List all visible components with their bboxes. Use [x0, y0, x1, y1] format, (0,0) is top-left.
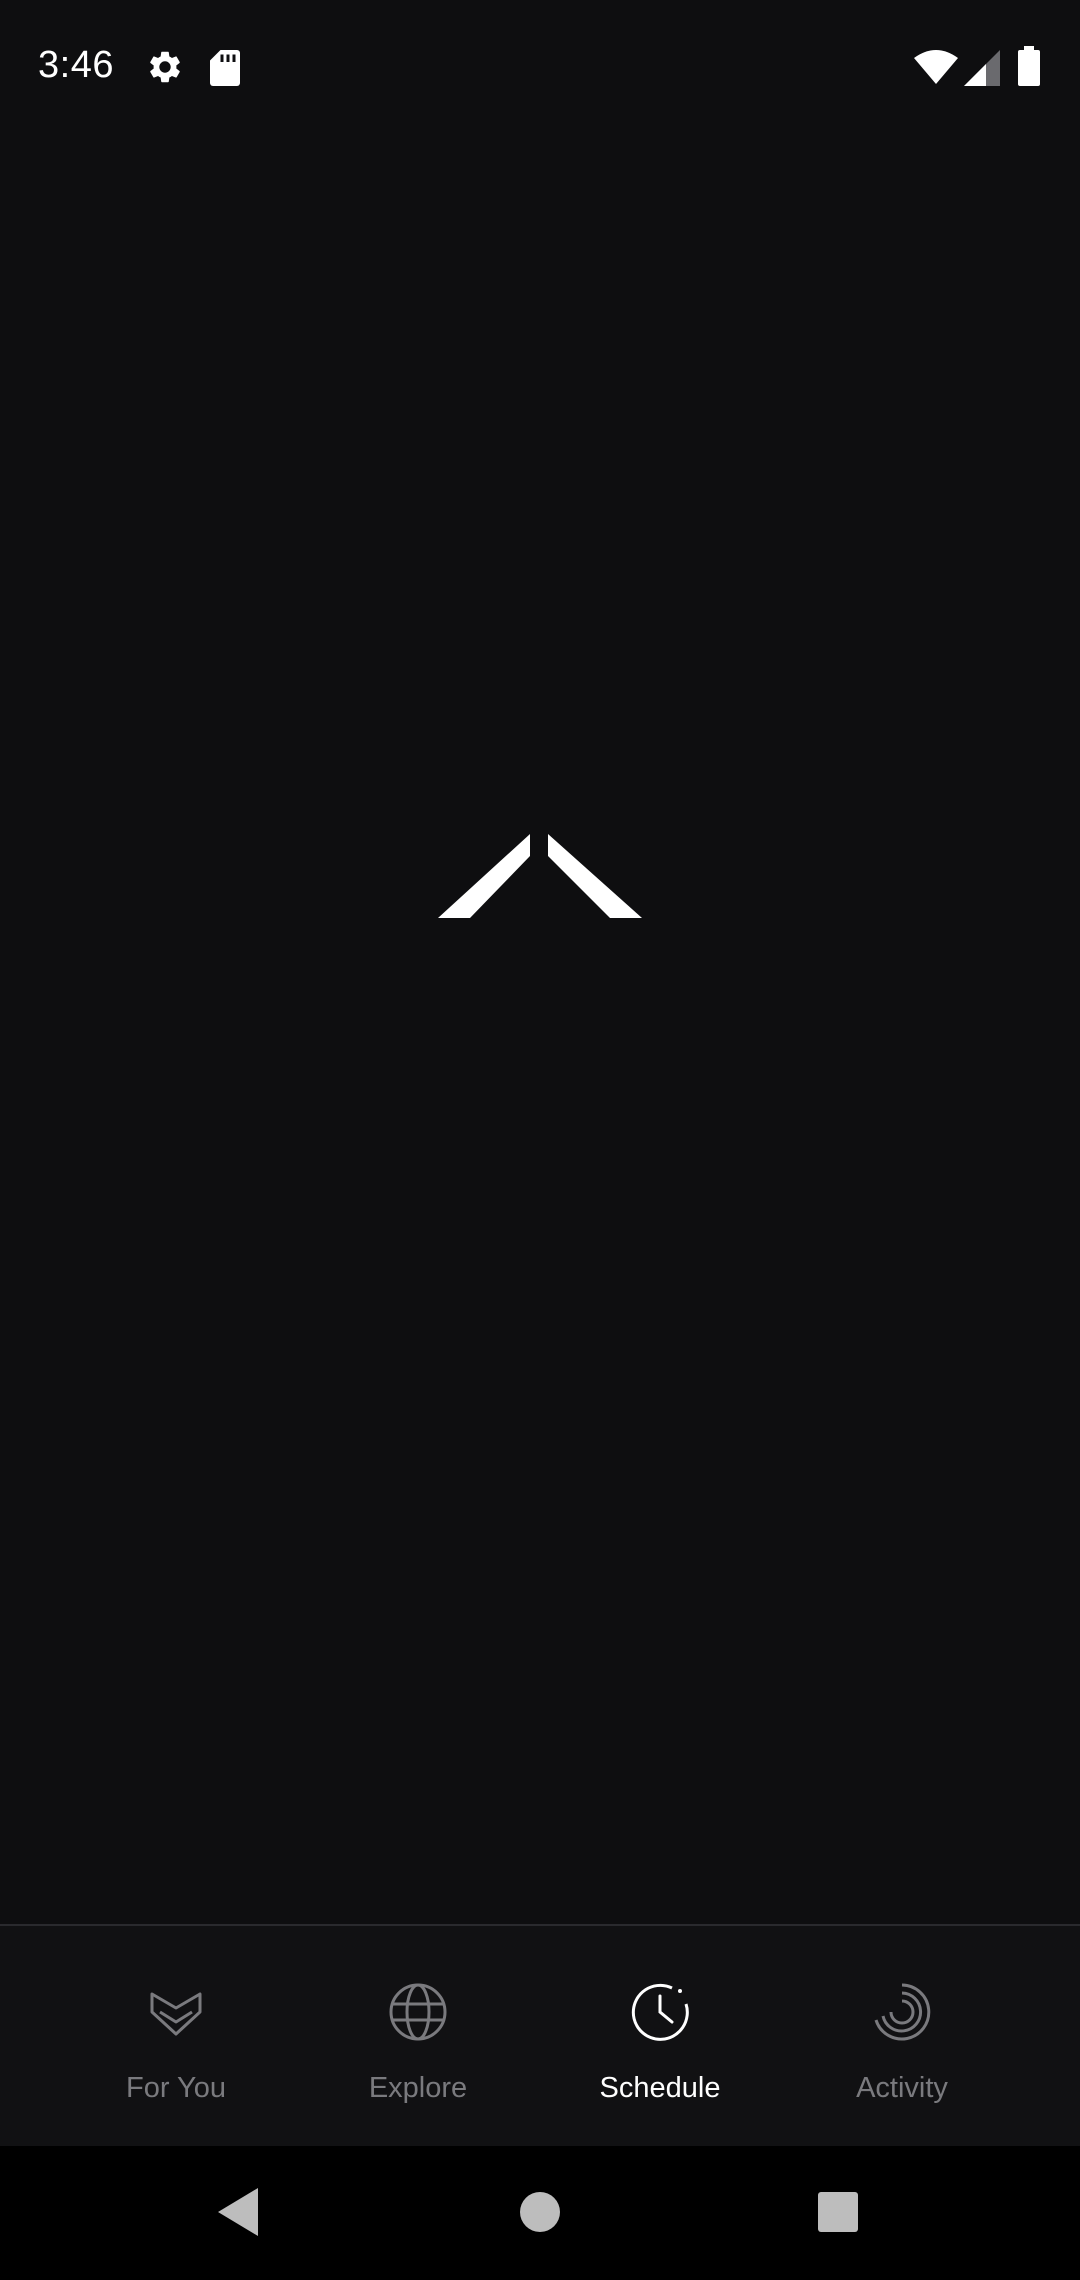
heart-chevron-icon: [150, 1992, 202, 2036]
status-bar: 3:46: [0, 0, 1080, 136]
app-screen: 3:46 For You Explore Schedule Activity: [0, 0, 1080, 2280]
tab-schedule[interactable]: Schedule: [540, 1926, 780, 2146]
tab-activity[interactable]: Activity: [782, 1926, 1022, 2146]
tab-schedule-label: Schedule: [599, 2072, 721, 2104]
tab-for-you-label: For You: [126, 2072, 226, 2104]
wifi-icon: [914, 50, 958, 84]
back-icon[interactable]: [198, 2170, 282, 2254]
tab-activity-label: Activity: [856, 2072, 948, 2104]
status-time: 3:46: [38, 44, 114, 86]
settings-icon: [150, 51, 180, 83]
bottom-navigation: For You Explore Schedule Activity: [0, 1924, 1080, 2146]
battery-icon: [1018, 46, 1040, 86]
home-icon[interactable]: [498, 2170, 582, 2254]
recents-icon[interactable]: [796, 2170, 880, 2254]
app-logo-chevron-icon: [438, 834, 642, 918]
cellular-signal-icon: [964, 50, 1000, 86]
activity-rings-icon: [874, 1983, 931, 2041]
tab-explore[interactable]: Explore: [298, 1926, 538, 2146]
tab-for-you[interactable]: For You: [56, 1926, 296, 2146]
globe-icon: [389, 1983, 447, 2041]
clock-icon: [631, 1983, 689, 2041]
system-navigation-bar: [0, 2146, 1080, 2280]
tab-explore-label: Explore: [368, 2072, 468, 2104]
sd-card-icon: [210, 50, 240, 86]
